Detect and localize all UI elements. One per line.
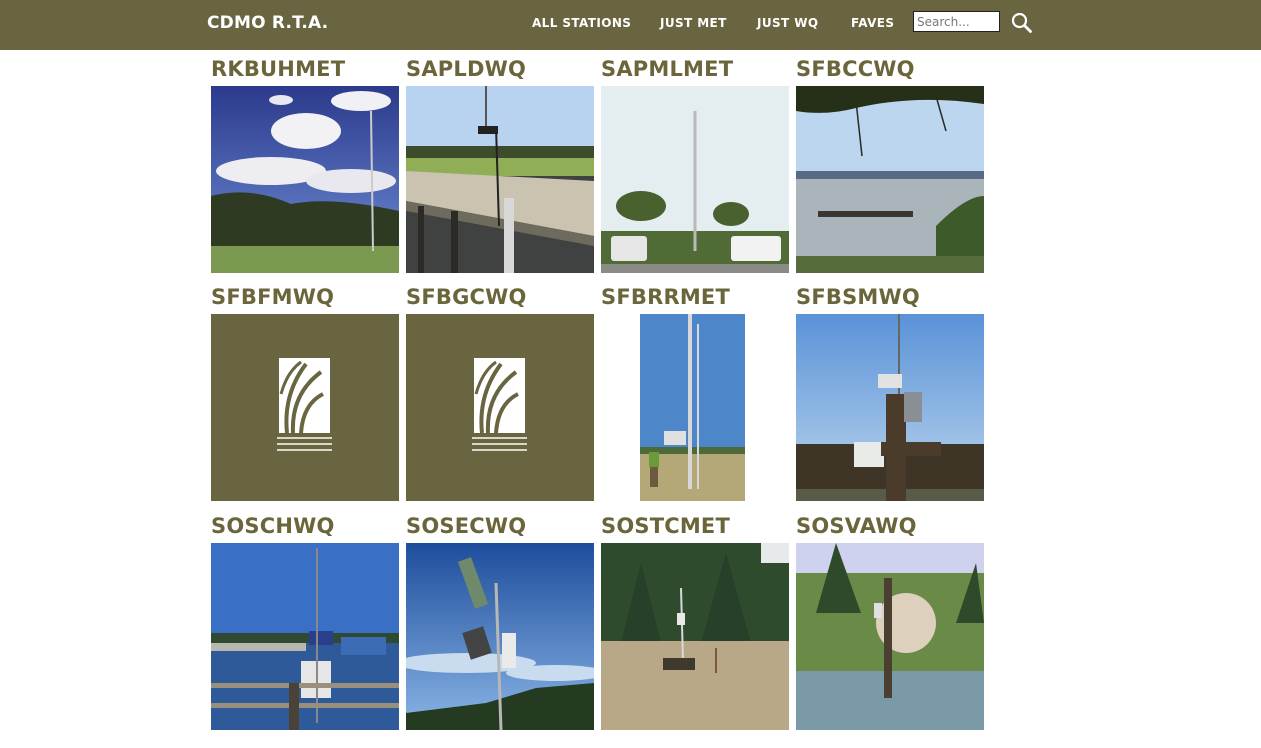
station-card[interactable]: SFBRRMET bbox=[601, 285, 789, 503]
station-title[interactable]: SAPMLMET bbox=[601, 57, 733, 81]
station-card[interactable]: SAPMLMET bbox=[601, 57, 789, 275]
station-photo[interactable] bbox=[211, 543, 399, 730]
station-card[interactable]: SFBCCWQ bbox=[796, 57, 984, 275]
station-title[interactable]: RKBUHMET bbox=[211, 57, 345, 81]
nav-just-wq[interactable]: JUST WQ bbox=[757, 16, 818, 30]
station-title[interactable]: SOSVAWQ bbox=[796, 514, 917, 538]
station-photo[interactable] bbox=[601, 86, 789, 273]
station-card[interactable]: SFBFMWQ bbox=[211, 285, 399, 503]
station-card[interactable]: SOSECWQ bbox=[406, 514, 594, 732]
nav-faves[interactable]: FAVES bbox=[851, 16, 894, 30]
nav-just-met[interactable]: JUST MET bbox=[660, 16, 727, 30]
brand-home-link[interactable]: CDMO R.T.A. bbox=[207, 13, 328, 33]
station-title[interactable]: SFBGCWQ bbox=[406, 285, 527, 309]
station-photo[interactable] bbox=[796, 86, 984, 273]
top-navigation-bar: CDMO R.T.A. ALL STATIONS JUST MET JUST W… bbox=[0, 0, 1261, 50]
station-card[interactable]: SFBGCWQ bbox=[406, 285, 594, 503]
station-photo[interactable] bbox=[796, 314, 984, 501]
station-title[interactable]: SAPLDWQ bbox=[406, 57, 526, 81]
search-button[interactable] bbox=[1010, 11, 1034, 35]
station-photo[interactable] bbox=[601, 543, 789, 730]
station-photo[interactable] bbox=[796, 543, 984, 730]
station-title[interactable]: SOSECWQ bbox=[406, 514, 526, 538]
reserve-grass-logo-icon bbox=[472, 358, 527, 451]
station-title[interactable]: SFBFMWQ bbox=[211, 285, 334, 309]
magnifier-icon bbox=[1011, 12, 1032, 33]
station-title[interactable]: SFBCCWQ bbox=[796, 57, 915, 81]
station-card[interactable]: SAPLDWQ bbox=[406, 57, 594, 275]
search-input[interactable] bbox=[913, 11, 1000, 32]
station-card[interactable]: SOSCHWQ bbox=[211, 514, 399, 732]
station-card[interactable]: SOSTCMET bbox=[601, 514, 789, 732]
station-photo[interactable] bbox=[406, 543, 594, 730]
station-title[interactable]: SOSCHWQ bbox=[211, 514, 335, 538]
reserve-logo-placeholder[interactable] bbox=[406, 314, 594, 501]
nav-all-stations[interactable]: ALL STATIONS bbox=[532, 16, 631, 30]
station-title[interactable]: SFBRRMET bbox=[601, 285, 730, 309]
station-photo[interactable] bbox=[406, 86, 594, 273]
station-card[interactable]: SFBSMWQ bbox=[796, 285, 984, 503]
reserve-grass-logo-icon bbox=[277, 358, 332, 451]
station-photo[interactable] bbox=[601, 314, 789, 501]
station-title[interactable]: SFBSMWQ bbox=[796, 285, 920, 309]
station-card[interactable]: RKBUHMET bbox=[211, 57, 399, 275]
station-title[interactable]: SOSTCMET bbox=[601, 514, 730, 538]
station-photo[interactable] bbox=[211, 86, 399, 273]
reserve-logo-placeholder[interactable] bbox=[211, 314, 399, 501]
station-card[interactable]: SOSVAWQ bbox=[796, 514, 984, 732]
